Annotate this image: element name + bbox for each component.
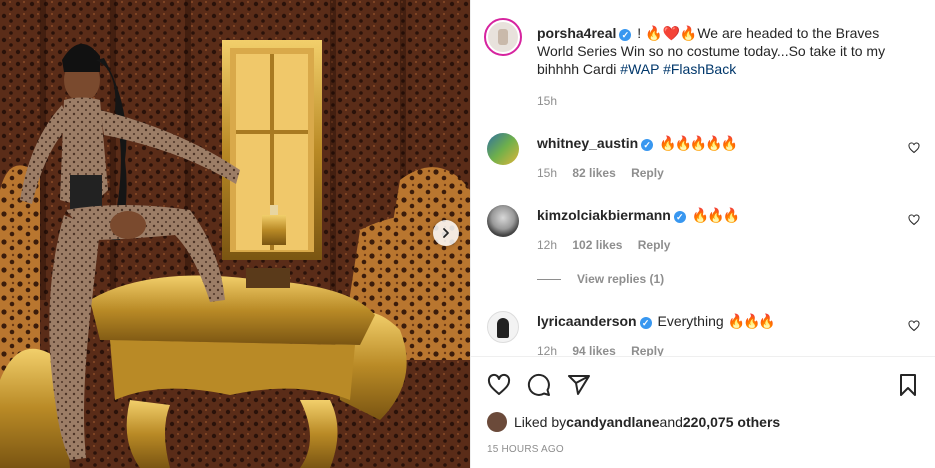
comment-avatar[interactable] bbox=[487, 133, 519, 165]
reply-button[interactable]: Reply bbox=[631, 166, 664, 180]
likes-prefix: Liked by bbox=[514, 414, 567, 430]
comment-likes[interactable]: 82 likes bbox=[572, 166, 615, 180]
comment-username[interactable]: lyricaanderson bbox=[537, 313, 637, 329]
view-replies-label: View replies (1) bbox=[577, 272, 665, 286]
like-comment-heart-icon[interactable] bbox=[908, 142, 920, 154]
comments-list[interactable]: porsha4real ✓ ! 🔥❤️🔥We are headed to the … bbox=[471, 0, 935, 356]
likes-summary[interactable]: Liked by candyandlane and 220,075 others bbox=[487, 412, 780, 432]
hashtag-wap[interactable]: #WAP bbox=[620, 61, 659, 77]
caption-text: porsha4real ✓ ! 🔥❤️🔥We are headed to the … bbox=[537, 24, 892, 78]
author-username[interactable]: porsha4real bbox=[537, 25, 616, 41]
comment-text: kimzolciakbiermann ✓ 🔥🔥🔥 bbox=[537, 206, 892, 224]
caption-meta: 15h bbox=[537, 94, 569, 108]
next-image-button[interactable] bbox=[433, 220, 459, 246]
share-icon[interactable] bbox=[567, 373, 591, 397]
view-replies-button[interactable]: View replies (1) bbox=[537, 272, 664, 286]
verified-icon: ✓ bbox=[639, 317, 652, 329]
like-comment-heart-icon[interactable] bbox=[908, 214, 920, 226]
comment-body: 🔥🔥🔥 bbox=[691, 207, 740, 223]
comment-username[interactable]: kimzolciakbiermann bbox=[537, 207, 671, 223]
comment-meta: 15h 82 likes Reply bbox=[537, 166, 676, 180]
author-avatar[interactable] bbox=[484, 18, 522, 56]
comment-avatar[interactable] bbox=[487, 205, 519, 237]
caption-prefix: ! bbox=[637, 25, 646, 41]
likes-middle: and bbox=[659, 414, 683, 430]
verified-icon: ✓ bbox=[619, 29, 632, 41]
verified-icon: ✓ bbox=[641, 139, 654, 151]
reply-button[interactable]: Reply bbox=[631, 344, 664, 356]
comment-age: 12h bbox=[537, 238, 558, 252]
likes-count[interactable]: 220,075 others bbox=[683, 414, 780, 430]
post-side-panel: porsha4real ✓ ! 🔥❤️🔥We are headed to the … bbox=[470, 0, 935, 468]
comment-likes[interactable]: 94 likes bbox=[572, 344, 615, 356]
comment-likes[interactable]: 102 likes bbox=[572, 238, 622, 252]
caption-emoji: 🔥❤️🔥 bbox=[645, 25, 698, 41]
post-actions: Liked by candyandlane and 220,075 others… bbox=[471, 356, 935, 468]
comment-body: Everything bbox=[657, 313, 728, 329]
comment-text: lyricaanderson ✓ Everything 🔥🔥🔥 bbox=[537, 312, 892, 330]
verified-icon: ✓ bbox=[673, 211, 686, 223]
reply-button[interactable]: Reply bbox=[638, 238, 671, 252]
post-timestamp[interactable]: 15 HOURS AGO bbox=[487, 444, 564, 455]
like-comment-heart-icon[interactable] bbox=[908, 320, 920, 332]
comment-emoji: 🔥🔥🔥 bbox=[727, 313, 776, 329]
comment-username[interactable]: whitney_austin bbox=[537, 135, 638, 151]
replies-divider bbox=[537, 278, 561, 280]
caption-age: 15h bbox=[537, 94, 558, 108]
comment-icon[interactable] bbox=[527, 373, 551, 397]
liker-avatar[interactable] bbox=[487, 412, 507, 432]
hashtag-flashback[interactable]: #FlashBack bbox=[663, 61, 736, 77]
comment-age: 12h bbox=[537, 344, 558, 356]
comment-meta: 12h 94 likes Reply bbox=[537, 344, 676, 356]
chevron-right-icon bbox=[443, 228, 449, 238]
bookmark-icon[interactable] bbox=[896, 373, 920, 397]
comment-meta: 12h 102 likes Reply bbox=[537, 238, 682, 252]
post-image[interactable] bbox=[0, 0, 470, 468]
heart-icon[interactable] bbox=[487, 373, 511, 397]
post-photo bbox=[0, 0, 470, 468]
comment-age: 15h bbox=[537, 166, 558, 180]
comment-avatar[interactable] bbox=[487, 311, 519, 343]
comment-body: 🔥🔥🔥🔥🔥 bbox=[659, 135, 738, 151]
comment-text: whitney_austin ✓ 🔥🔥🔥🔥🔥 bbox=[537, 134, 892, 152]
liker-username[interactable]: candyandlane bbox=[566, 414, 659, 430]
